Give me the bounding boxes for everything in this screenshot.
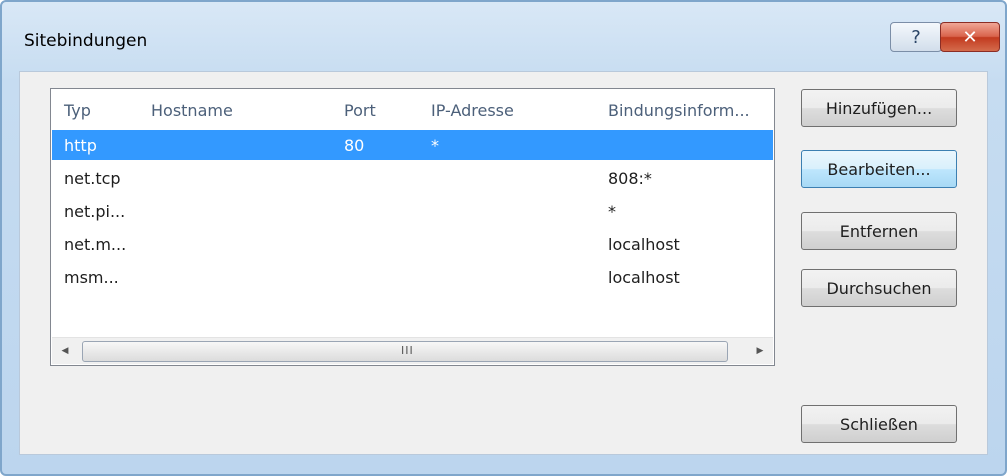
table-row[interactable]: net.m... localhost — [52, 229, 773, 259]
table-row[interactable]: net.pi... * — [52, 196, 773, 226]
cell-binding: localhost — [608, 268, 680, 287]
close-button[interactable]: Schließen — [801, 405, 957, 443]
bindings-list[interactable]: Typ Hostname Port IP-Adresse Bindungsinf… — [50, 88, 775, 366]
table-row[interactable]: msm... localhost — [52, 262, 773, 292]
column-header-hostname[interactable]: Hostname — [151, 101, 233, 120]
dialog-client-area: Typ Hostname Port IP-Adresse Bindungsinf… — [19, 71, 988, 455]
cell-ip: * — [431, 136, 439, 155]
cell-typ: net.tcp — [64, 169, 121, 188]
list-header: Typ Hostname Port IP-Adresse Bindungsinf… — [51, 89, 774, 127]
table-row[interactable]: http 80 * — [52, 130, 773, 160]
cell-typ: net.m... — [64, 235, 127, 254]
site-bindings-dialog: Sitebindungen ? ✕ Typ Hostname Port IP-A… — [0, 0, 1007, 476]
column-header-port[interactable]: Port — [344, 101, 376, 120]
scrollbar-grip-icon: III — [401, 344, 414, 357]
cell-typ: http — [64, 136, 97, 155]
column-header-binding-info[interactable]: Bindungsinform... — [608, 101, 750, 120]
close-window-button[interactable]: ✕ — [940, 22, 1000, 52]
scrollbar-thumb[interactable]: III — [82, 341, 728, 362]
browse-button[interactable]: Durchsuchen — [801, 269, 957, 307]
edit-button[interactable]: Bearbeiten... — [801, 150, 957, 188]
cell-typ: net.pi... — [64, 202, 126, 221]
help-icon: ? — [911, 26, 921, 48]
cell-port: 80 — [344, 136, 365, 155]
cell-binding: 808:* — [608, 169, 652, 188]
dialog-title: Sitebindungen — [24, 31, 148, 51]
close-icon: ✕ — [962, 26, 978, 48]
add-button[interactable]: Hinzufügen... — [801, 89, 957, 127]
scroll-right-icon[interactable]: ▶ — [747, 338, 773, 364]
table-row[interactable]: net.tcp 808:* — [52, 163, 773, 193]
column-header-typ[interactable]: Typ — [64, 101, 91, 120]
column-header-ip-address[interactable]: IP-Adresse — [431, 101, 514, 120]
scroll-left-icon[interactable]: ◀ — [52, 338, 78, 364]
help-button[interactable]: ? — [890, 22, 942, 52]
cell-binding: localhost — [608, 235, 680, 254]
cell-binding: * — [608, 202, 616, 221]
horizontal-scrollbar[interactable]: ◀ III ▶ — [52, 337, 773, 364]
cell-typ: msm... — [64, 268, 119, 287]
remove-button[interactable]: Entfernen — [801, 212, 957, 250]
